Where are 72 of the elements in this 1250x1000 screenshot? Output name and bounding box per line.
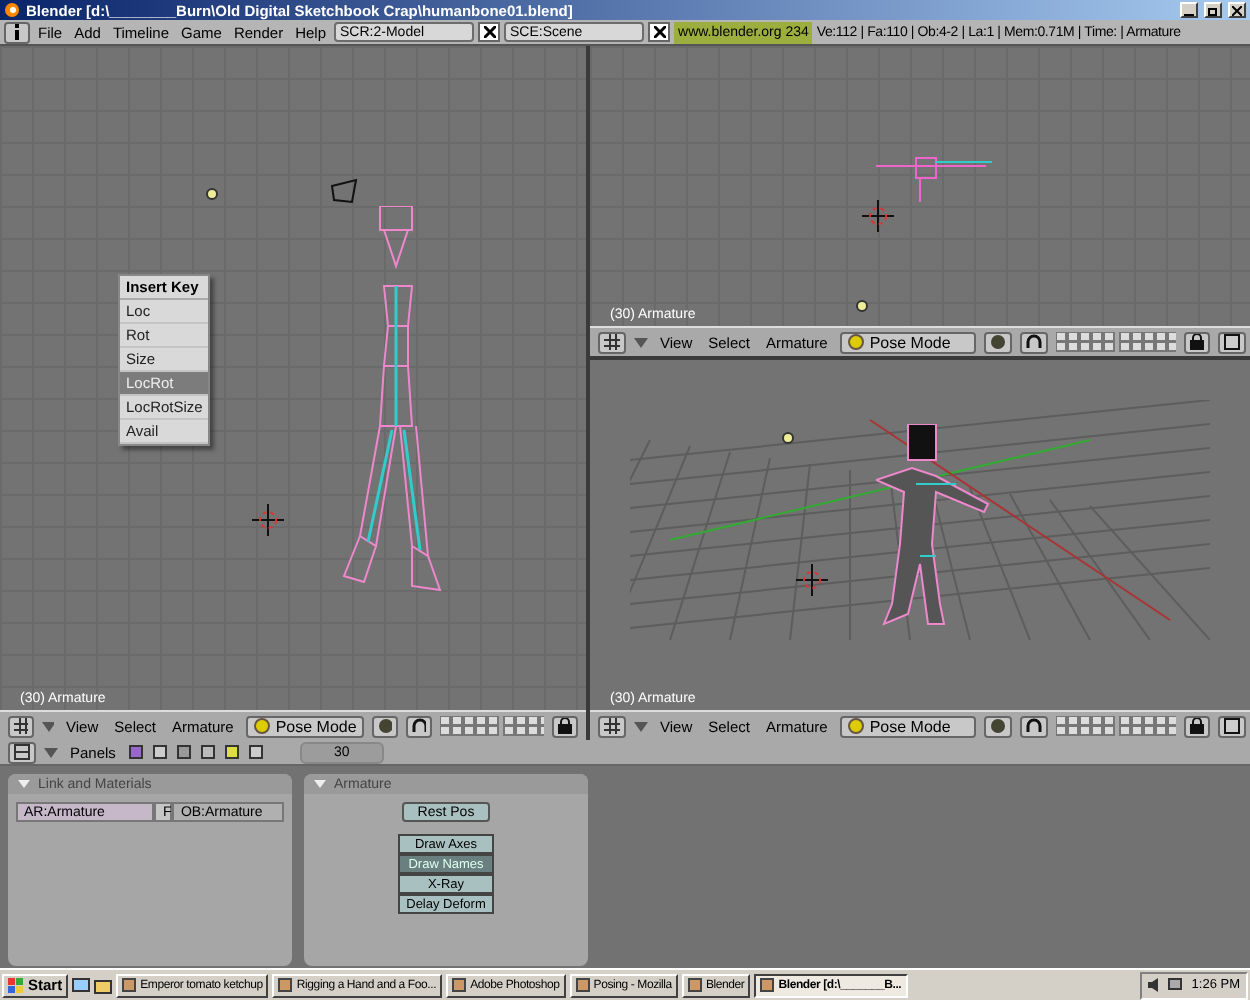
blender-logo-icon (4, 2, 20, 18)
grid-icon (604, 334, 620, 350)
app-icon (452, 978, 467, 992)
render-button[interactable] (1217, 331, 1246, 353)
pose-mode-icon (847, 334, 864, 350)
mode-dropdown[interactable]: Pose Mode (245, 715, 365, 737)
lock-icon (558, 718, 572, 734)
collapse-arrow-icon[interactable] (634, 337, 648, 347)
window-type-button[interactable] (598, 331, 626, 353)
close-icon (653, 26, 666, 38)
collapse-arrow-icon[interactable] (42, 721, 55, 731)
lock-button[interactable] (552, 715, 578, 737)
lamp-icon (855, 300, 868, 312)
lock-icon (1189, 334, 1204, 350)
script-context-icon (151, 744, 168, 760)
app-icon (687, 978, 702, 992)
3d-cursor-icon (251, 504, 284, 537)
pivot-button[interactable] (406, 715, 433, 737)
headphones-icon (1025, 334, 1042, 350)
object-context-icon (199, 744, 216, 760)
shading-icon (989, 334, 1006, 350)
app-icon (278, 978, 293, 992)
mode-dropdown[interactable]: Pose Mode (839, 715, 976, 737)
window-type-button[interactable] (8, 715, 34, 737)
3d-cursor-icon (795, 563, 828, 595)
app-icon (760, 978, 775, 992)
draw-type-button[interactable] (983, 715, 1012, 737)
3d-cursor-icon (862, 200, 895, 232)
scene-context-icon (247, 744, 264, 760)
collapse-arrow-icon[interactable] (44, 747, 58, 757)
pivot-button[interactable] (1019, 715, 1048, 737)
desktop-icon[interactable] (72, 977, 91, 993)
camera-icon (328, 178, 361, 207)
shading-icon (989, 718, 1006, 734)
lock-button[interactable] (1183, 715, 1210, 737)
draw-type-button[interactable] (983, 331, 1012, 353)
lock-button[interactable] (1183, 331, 1210, 353)
lock-icon (1189, 718, 1204, 734)
minimize-button[interactable] (1180, 2, 1198, 18)
mode-dropdown[interactable]: Pose Mode (839, 331, 976, 353)
app-icon (122, 978, 137, 992)
app-icon (575, 978, 590, 992)
info-icon (14, 24, 20, 40)
delete-screen-button[interactable] (478, 22, 501, 42)
close-icon (483, 26, 496, 38)
panel-icon (14, 744, 30, 760)
editing-context-icon (223, 744, 240, 760)
pose-mode-icon (847, 718, 864, 734)
windows-logo-icon (8, 977, 24, 993)
shading-context-icon (175, 744, 192, 760)
shading-icon (378, 718, 393, 734)
restore-button[interactable] (1204, 2, 1222, 18)
lamp-icon (205, 187, 218, 200)
render-button[interactable] (1217, 715, 1246, 737)
headphones-icon (412, 718, 427, 734)
close-button[interactable] (1228, 2, 1246, 18)
headphones-icon (1025, 718, 1042, 734)
info-button[interactable] (4, 21, 30, 43)
window-type-button[interactable] (598, 715, 626, 737)
pivot-button[interactable] (1019, 331, 1048, 353)
window-type-button[interactable] (8, 741, 36, 763)
close-icon (1232, 5, 1242, 15)
pose-mode-icon (253, 718, 270, 734)
collapse-arrow-icon[interactable] (634, 721, 648, 731)
delete-scene-button[interactable] (648, 22, 671, 42)
grid-icon (604, 718, 620, 734)
draw-type-button[interactable] (372, 715, 399, 737)
logic-context-icon (127, 744, 144, 760)
speaker-icon[interactable] (1147, 978, 1162, 992)
restore-icon (1208, 5, 1218, 15)
grid-icon (14, 718, 28, 734)
lamp-icon (782, 432, 795, 444)
